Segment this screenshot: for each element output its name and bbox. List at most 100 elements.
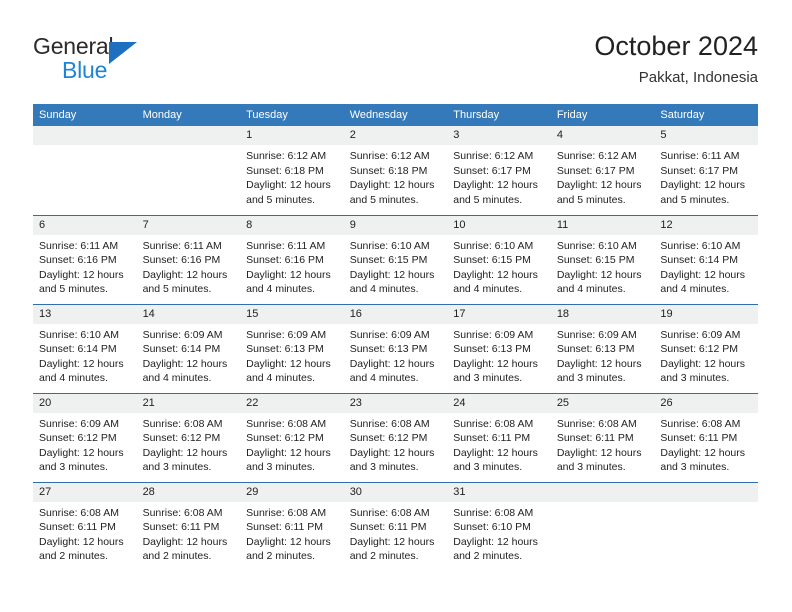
day-details: Sunrise: 6:09 AM Sunset: 6:13 PM Dayligh… [344, 324, 448, 386]
sunrise-text: Sunrise: 6:10 AM [556, 239, 637, 252]
sunrise-text: Sunrise: 6:11 AM [660, 150, 740, 162]
day-number: 12 [654, 215, 758, 235]
day-number: 23 [343, 393, 448, 413]
daylight-text-line2: and 2 minutes. [39, 550, 108, 562]
day-cell[interactable]: 21 Sunrise: 6:08 AM Sunset: 6:12 PM Dayl… [136, 392, 241, 482]
daylight-text-line1: Daylight: 12 hours [246, 535, 331, 548]
daylight-text-line2: and 2 minutes. [246, 550, 316, 562]
daylight-text-line2: and 2 minutes. [349, 550, 419, 562]
day-cell[interactable]: 22 Sunrise: 6:08 AM Sunset: 6:12 PM Dayl… [240, 392, 344, 482]
page-subtitle: Pakkat, Indonesia [638, 69, 758, 86]
day-number: 4 [550, 126, 655, 145]
day-cell[interactable]: 12 Sunrise: 6:10 AM Sunset: 6:14 PM Dayl… [654, 214, 758, 304]
day-cell[interactable]: 16 Sunrise: 6:09 AM Sunset: 6:13 PM Dayl… [343, 303, 448, 393]
daylight-text-line2: and 4 minutes. [349, 283, 419, 295]
day-number: 20 [33, 393, 137, 413]
day-details: Sunrise: 6:08 AM Sunset: 6:11 PM Dayligh… [33, 502, 137, 564]
day-cell[interactable]: 24 Sunrise: 6:08 AM Sunset: 6:11 PM Dayl… [447, 392, 551, 482]
day-cell[interactable]: 14 Sunrise: 6:09 AM Sunset: 6:14 PM Dayl… [136, 303, 241, 393]
day-cell[interactable]: 6 Sunrise: 6:11 AM Sunset: 6:16 PM Dayli… [33, 214, 137, 304]
day-cell[interactable]: 18 Sunrise: 6:09 AM Sunset: 6:13 PM Dayl… [550, 303, 655, 393]
day-cell[interactable]: 4 Sunrise: 6:12 AM Sunset: 6:17 PM Dayli… [550, 126, 655, 215]
daylight-text-line1: Daylight: 12 hours [39, 535, 124, 548]
sunset-text: Sunset: 6:18 PM [246, 164, 324, 177]
weekday-header-tuesday: Tuesday [240, 104, 344, 126]
day-details [654, 502, 758, 506]
day-cell[interactable] [33, 126, 137, 215]
daylight-text-line2: and 3 minutes. [660, 461, 730, 473]
sunset-text: Sunset: 6:12 PM [349, 432, 428, 444]
day-cell[interactable]: 25 Sunrise: 6:08 AM Sunset: 6:11 PM Dayl… [550, 392, 655, 482]
day-cell[interactable]: 27 Sunrise: 6:08 AM Sunset: 6:11 PM Dayl… [33, 481, 137, 571]
sunset-text: Sunset: 6:11 PM [556, 432, 634, 444]
sunrise-text: Sunrise: 6:08 AM [246, 417, 327, 430]
sunset-text: Sunset: 6:11 PM [660, 432, 738, 444]
day-cell[interactable] [654, 481, 758, 571]
daylight-text-line2: and 3 minutes. [556, 461, 626, 473]
day-cell[interactable]: 29 Sunrise: 6:08 AM Sunset: 6:11 PM Dayl… [240, 481, 344, 571]
day-cell[interactable]: 23 Sunrise: 6:08 AM Sunset: 6:12 PM Dayl… [343, 392, 448, 482]
daylight-text-line2: and 4 minutes. [660, 283, 730, 295]
logo-text-general: General [33, 33, 114, 59]
daylight-text-line2: and 2 minutes. [453, 550, 523, 562]
day-cell[interactable]: 30 Sunrise: 6:08 AM Sunset: 6:11 PM Dayl… [343, 481, 448, 571]
day-cell[interactable] [550, 481, 655, 571]
day-number: 29 [240, 482, 344, 502]
day-number: 31 [447, 482, 551, 502]
daylight-text-line1: Daylight: 12 hours [660, 268, 746, 281]
daylight-text-line2: and 4 minutes. [246, 372, 316, 384]
sunset-text: Sunset: 6:13 PM [246, 343, 324, 355]
sunrise-text: Sunrise: 6:12 AM [453, 150, 534, 162]
weekday-header-friday: Friday [550, 104, 655, 126]
sunset-text: Sunset: 6:12 PM [39, 432, 117, 444]
daylight-text-line1: Daylight: 12 hours [246, 179, 331, 191]
daylight-text-line1: Daylight: 12 hours [142, 268, 228, 281]
day-cell[interactable]: 11 Sunrise: 6:10 AM Sunset: 6:15 PM Dayl… [550, 214, 655, 304]
day-cell[interactable] [136, 126, 241, 215]
day-cell[interactable]: 28 Sunrise: 6:08 AM Sunset: 6:11 PM Dayl… [136, 481, 241, 571]
sunset-text: Sunset: 6:12 PM [142, 432, 221, 444]
day-cell[interactable]: 17 Sunrise: 6:09 AM Sunset: 6:13 PM Dayl… [447, 303, 551, 393]
day-number: 15 [240, 304, 344, 324]
day-cell[interactable]: 19 Sunrise: 6:09 AM Sunset: 6:12 PM Dayl… [654, 303, 758, 393]
day-cell[interactable]: 7 Sunrise: 6:11 AM Sunset: 6:16 PM Dayli… [136, 214, 241, 304]
day-cell[interactable]: 2 Sunrise: 6:12 AM Sunset: 6:18 PM Dayli… [343, 126, 448, 215]
generalblue-logo[interactable]: General Blue [33, 33, 233, 83]
day-details: Sunrise: 6:08 AM Sunset: 6:11 PM Dayligh… [654, 413, 758, 475]
sunrise-text: Sunrise: 6:08 AM [142, 506, 223, 519]
sunset-text: Sunset: 6:16 PM [142, 254, 221, 266]
calendar-body: 1 Sunrise: 6:12 AM Sunset: 6:18 PM Dayli… [33, 126, 758, 571]
day-number: 3 [447, 126, 551, 145]
day-cell[interactable]: 10 Sunrise: 6:10 AM Sunset: 6:15 PM Dayl… [447, 214, 551, 304]
daylight-text-line1: Daylight: 12 hours [39, 268, 124, 281]
daylight-text-line1: Daylight: 12 hours [556, 179, 642, 191]
sunset-text: Sunset: 6:17 PM [556, 164, 635, 177]
day-number [136, 126, 241, 145]
day-details: Sunrise: 6:08 AM Sunset: 6:11 PM Dayligh… [447, 413, 551, 475]
daylight-text-line1: Daylight: 12 hours [349, 268, 435, 281]
day-number: 8 [240, 215, 344, 235]
day-cell[interactable]: 5 Sunrise: 6:11 AM Sunset: 6:17 PM Dayli… [654, 126, 758, 215]
weekday-header-monday: Monday [136, 104, 241, 126]
sunrise-text: Sunrise: 6:11 AM [142, 239, 222, 252]
day-cell[interactable]: 15 Sunrise: 6:09 AM Sunset: 6:13 PM Dayl… [240, 303, 344, 393]
sunset-text: Sunset: 6:18 PM [349, 164, 428, 177]
day-cell[interactable]: 1 Sunrise: 6:12 AM Sunset: 6:18 PM Dayli… [240, 126, 344, 215]
daylight-text-line1: Daylight: 12 hours [142, 357, 228, 370]
day-cell[interactable]: 31 Sunrise: 6:08 AM Sunset: 6:10 PM Dayl… [447, 481, 551, 571]
day-cell[interactable]: 9 Sunrise: 6:10 AM Sunset: 6:15 PM Dayli… [343, 214, 448, 304]
day-cell[interactable]: 8 Sunrise: 6:11 AM Sunset: 6:16 PM Dayli… [240, 214, 344, 304]
day-cell[interactable]: 13 Sunrise: 6:10 AM Sunset: 6:14 PM Dayl… [33, 303, 137, 393]
day-number: 7 [136, 215, 241, 235]
daylight-text-line1: Daylight: 12 hours [556, 357, 642, 370]
calendar-week-row: 20 Sunrise: 6:09 AM Sunset: 6:12 PM Dayl… [33, 392, 758, 482]
sunset-text: Sunset: 6:17 PM [660, 164, 739, 177]
day-cell[interactable]: 20 Sunrise: 6:09 AM Sunset: 6:12 PM Dayl… [33, 392, 137, 482]
daylight-text-line2: and 4 minutes. [246, 283, 316, 295]
day-cell[interactable]: 26 Sunrise: 6:08 AM Sunset: 6:11 PM Dayl… [654, 392, 758, 482]
day-details [137, 145, 241, 149]
sunrise-text: Sunrise: 6:08 AM [246, 506, 327, 519]
day-cell[interactable]: 3 Sunrise: 6:12 AM Sunset: 6:17 PM Dayli… [447, 126, 551, 215]
daylight-text-line2: and 5 minutes. [349, 193, 419, 206]
day-number: 27 [33, 482, 137, 502]
